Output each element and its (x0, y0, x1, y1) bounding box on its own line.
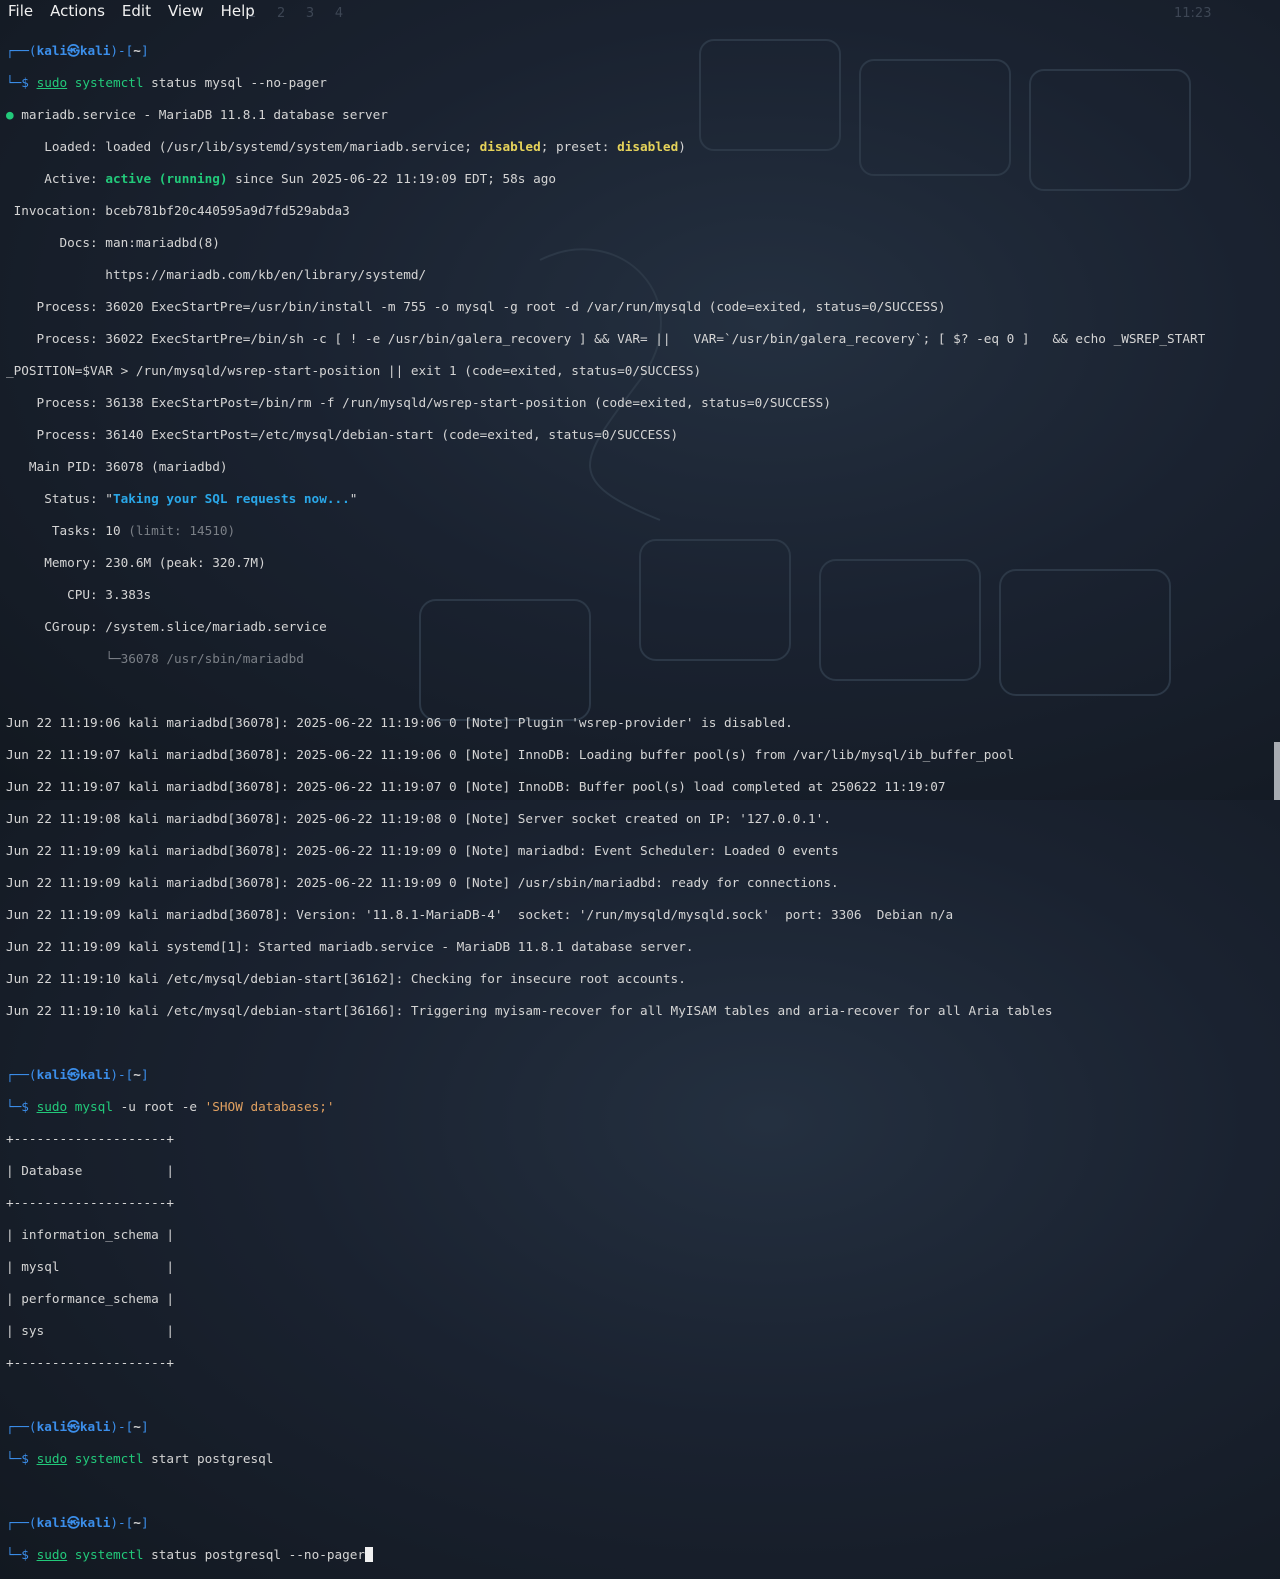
table-border: +--------------------+ (6, 1355, 175, 1370)
log-line: Jun 22 11:19:06 kali mariadbd[36078]: 20… (6, 715, 793, 730)
command-line: └─$ sudo systemctl start postgresql (6, 1451, 274, 1466)
log-line: Jun 22 11:19:09 kali mariadbd[36078]: Ve… (6, 907, 954, 922)
table-row: | mysql | (6, 1259, 175, 1274)
prompt-line: ┌──(kali㉿kali)-[~] (6, 43, 149, 58)
service-header: ● mariadb.service - MariaDB 11.8.1 datab… (6, 107, 388, 122)
terminal-scrollbar[interactable] (1274, 742, 1280, 800)
menu-file[interactable]: File (0, 0, 42, 22)
table-row: | information_schema | (6, 1227, 175, 1242)
prompt-line: ┌──(kali㉿kali)-[~] (6, 1067, 149, 1082)
command-line: └─$ sudo systemctl status mysql --no-pag… (6, 75, 327, 90)
log-line: Jun 22 11:19:09 kali systemd[1]: Started… (6, 939, 694, 954)
log-line: Jun 22 11:19:09 kali mariadbd[36078]: 20… (6, 875, 839, 890)
text-cursor (365, 1547, 374, 1562)
table-row: | performance_schema | (6, 1291, 175, 1306)
log-line: Jun 22 11:19:10 kali /etc/mysql/debian-s… (6, 1003, 1053, 1018)
prompt-line: ┌──(kali㉿kali)-[~] (6, 1419, 149, 1434)
menu-actions[interactable]: Actions (42, 0, 114, 22)
terminal-output[interactable]: ┌──(kali㉿kali)-[~] └─$ sudo systemctl st… (6, 27, 1205, 1579)
command-line-active[interactable]: └─$ sudo systemctl status postgresql --n… (6, 1547, 1205, 1563)
table-header: | Database | (6, 1163, 175, 1178)
menu-edit[interactable]: Edit (114, 0, 160, 22)
log-line: Jun 22 11:19:07 kali mariadbd[36078]: 20… (6, 747, 1015, 762)
prompt-line: ┌──(kali㉿kali)-[~] (6, 1515, 149, 1530)
table-row: | sys | (6, 1323, 175, 1338)
log-line: Jun 22 11:19:10 kali /etc/mysql/debian-s… (6, 971, 686, 986)
menu-bar: File Actions Edit View Help (0, 0, 1280, 22)
table-border: +--------------------+ (6, 1195, 175, 1210)
log-line: Jun 22 11:19:09 kali mariadbd[36078]: 20… (6, 843, 839, 858)
table-border: +--------------------+ (6, 1131, 175, 1146)
log-line: Jun 22 11:19:07 kali mariadbd[36078]: 20… (6, 779, 946, 794)
command-line: └─$ sudo mysql -u root -e 'SHOW database… (6, 1099, 335, 1114)
log-line: Jun 22 11:19:08 kali mariadbd[36078]: 20… (6, 811, 831, 826)
menu-help[interactable]: Help (213, 0, 264, 22)
menu-view[interactable]: View (160, 0, 213, 22)
